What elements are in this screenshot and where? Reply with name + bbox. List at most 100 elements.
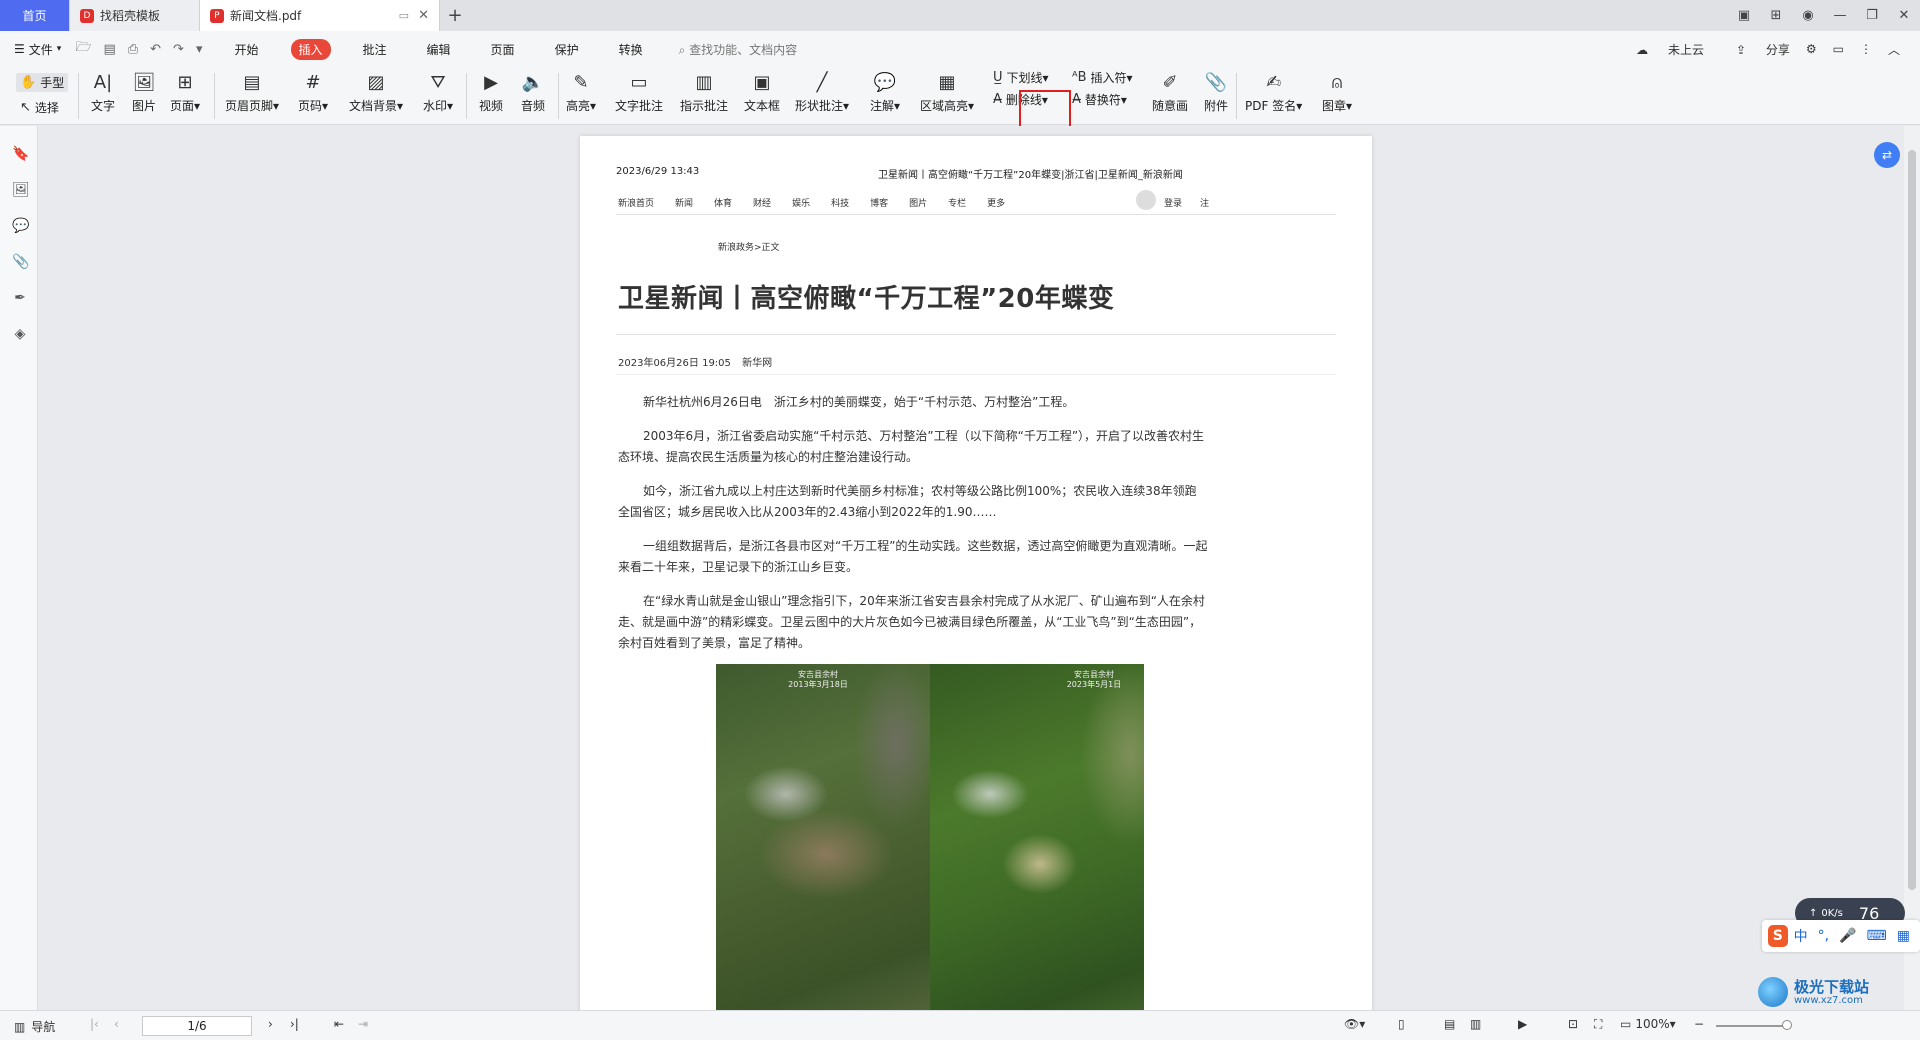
- pdf-sign-button[interactable]: ✍ PDF 签名▾: [1245, 69, 1302, 114]
- nav-item[interactable]: 图片: [909, 196, 927, 209]
- tab-close-icon[interactable]: ✕: [418, 8, 429, 23]
- save-icon[interactable]: ▤: [103, 42, 115, 57]
- new-tab-button[interactable]: +: [440, 0, 470, 31]
- print-icon[interactable]: ⎙: [128, 42, 138, 57]
- document-canvas[interactable]: 2023/6/29 13:43 卫星新闻丨高空俯瞰“千万工程”20年蝶变|浙江省…: [38, 126, 1904, 1010]
- register-link[interactable]: 注: [1200, 196, 1209, 209]
- tab-page[interactable]: 页面: [483, 39, 523, 60]
- microphone-icon[interactable]: 🎤: [1839, 928, 1856, 944]
- header-footer-button[interactable]: ▤ 页眉页脚▾: [225, 69, 279, 114]
- nav-item[interactable]: 财经: [753, 196, 771, 209]
- tab-convert[interactable]: 转换: [611, 39, 651, 60]
- signature-panel-icon[interactable]: ✒: [12, 290, 28, 306]
- strikethrough-button[interactable]: A̶ 删除线 ▾: [993, 91, 1048, 108]
- nav-item[interactable]: 更多: [987, 196, 1005, 209]
- search-box[interactable]: ⌕ 查找功能、文档内容: [679, 41, 798, 58]
- insert-page-button[interactable]: ⊞ 页面▾: [170, 69, 200, 114]
- nav-item[interactable]: 娱乐: [792, 196, 810, 209]
- shape-comment-button[interactable]: ╱ 形状批注▾: [795, 69, 849, 114]
- zoom-slider[interactable]: [1716, 1025, 1786, 1027]
- last-page-icon[interactable]: ›|: [290, 1017, 299, 1031]
- tab-protect[interactable]: 保护: [547, 39, 587, 60]
- ime-language[interactable]: 中: [1794, 926, 1808, 946]
- nav-item[interactable]: 博客: [870, 196, 888, 209]
- double-page-icon[interactable]: ▥: [1470, 1017, 1481, 1031]
- text-box-button[interactable]: ▣ 文本框: [744, 69, 780, 114]
- play-icon[interactable]: ▶: [1518, 1017, 1527, 1031]
- page-number-input[interactable]: 1/6: [142, 1016, 252, 1036]
- nav-item[interactable]: 新闻: [675, 196, 693, 209]
- message-icon[interactable]: ▭: [1833, 42, 1844, 56]
- file-menu[interactable]: ☰ 文件 ▾: [14, 41, 61, 58]
- nav-item[interactable]: 新浪首页: [618, 196, 654, 209]
- zoom-out-icon[interactable]: −: [1694, 1017, 1704, 1031]
- tab-cast-icon[interactable]: ▭: [399, 9, 409, 22]
- bookmark-icon[interactable]: 🔖: [12, 146, 29, 162]
- settings-icon[interactable]: ⚙: [1806, 42, 1817, 56]
- insert-image-button[interactable]: 🖼 图片: [131, 69, 157, 114]
- tab-edit[interactable]: 编辑: [419, 39, 459, 60]
- redo-icon[interactable]: ↷: [173, 42, 184, 57]
- open-folder-icon[interactable]: 🗁: [75, 38, 91, 60]
- actual-size-icon[interactable]: ⊡: [1568, 1017, 1578, 1031]
- tab-start[interactable]: 开始: [226, 39, 266, 60]
- fit-page-icon[interactable]: ⛶: [1594, 1017, 1602, 1032]
- collapse-ribbon-icon[interactable]: ︿: [1888, 41, 1900, 58]
- page-number-button[interactable]: # 页码▾: [298, 69, 328, 114]
- doc-background-button[interactable]: ▨ 文档背景▾: [349, 69, 403, 114]
- eye-protection-icon[interactable]: 👁▾: [1344, 1017, 1365, 1031]
- zoom-dropdown[interactable]: ▭ 100% ▾: [1620, 1017, 1676, 1031]
- nav-panel-toggle[interactable]: ▥ 导航: [14, 1018, 55, 1035]
- restore-icon[interactable]: ❐: [1856, 8, 1888, 23]
- tab-template[interactable]: D 找稻壳模板: [70, 0, 200, 31]
- minimize-icon[interactable]: —: [1824, 8, 1856, 23]
- single-page-icon[interactable]: ▤: [1444, 1017, 1455, 1031]
- more-icon[interactable]: ⋮: [1860, 42, 1872, 56]
- back-icon[interactable]: ⇤: [334, 1017, 344, 1031]
- translate-float-icon[interactable]: ⇄: [1874, 142, 1900, 168]
- layout-icon[interactable]: ▣: [1728, 8, 1760, 23]
- share-button[interactable]: ⇪ 分享: [1720, 41, 1790, 58]
- text-comment-button[interactable]: ▭ 文字批注: [615, 69, 663, 114]
- nav-item[interactable]: 科技: [831, 196, 849, 209]
- close-window-icon[interactable]: ✕: [1888, 8, 1920, 23]
- indicator-comment-button[interactable]: ▥ 指示批注: [680, 69, 728, 114]
- apps-grid-icon[interactable]: ⊞: [1760, 8, 1792, 23]
- ime-menu-icon[interactable]: ▦: [1897, 928, 1910, 944]
- nav-item[interactable]: 体育: [714, 196, 732, 209]
- next-page-icon[interactable]: ›: [268, 1017, 273, 1031]
- attachment-button[interactable]: 📎 附件: [1203, 69, 1229, 114]
- forward-icon[interactable]: ⇥: [358, 1017, 368, 1031]
- scrollbar-thumb[interactable]: [1908, 150, 1916, 890]
- select-tool-button[interactable]: ↖ 选择: [20, 99, 59, 116]
- highlight-button[interactable]: ✎ 高亮▾: [566, 69, 596, 114]
- single-column-icon[interactable]: ▯: [1398, 1017, 1405, 1031]
- first-page-icon[interactable]: |‹: [90, 1017, 99, 1031]
- stamp-button[interactable]: ⍝ 图章▾: [1322, 69, 1352, 114]
- thumbnail-icon[interactable]: 🖼: [12, 182, 30, 198]
- keyboard-icon[interactable]: ⌨: [1867, 928, 1887, 944]
- quick-access-dropdown-icon[interactable]: ▾: [196, 42, 203, 57]
- insert-text-button[interactable]: A| 文字: [90, 69, 116, 114]
- underline-button[interactable]: U̲ 下划线 ▾: [993, 69, 1049, 86]
- freehand-button[interactable]: ✐ 随意画: [1152, 69, 1188, 114]
- tab-home[interactable]: 首页: [0, 0, 70, 31]
- attachment-panel-icon[interactable]: 📎: [12, 254, 29, 270]
- cloud-status[interactable]: ☁ 未上云: [1620, 41, 1704, 58]
- prev-page-icon[interactable]: ‹: [114, 1017, 119, 1031]
- note-button[interactable]: 💬 注解▾: [870, 69, 900, 114]
- ime-toolbar[interactable]: S 中 °, 🎤 ⌨ ▦: [1762, 920, 1920, 952]
- login-link[interactable]: 登录: [1164, 196, 1182, 209]
- area-highlight-button[interactable]: ▦ 区域高亮▾: [920, 69, 974, 114]
- tab-insert[interactable]: 插入: [290, 38, 331, 60]
- tab-annotate[interactable]: 批注: [355, 39, 395, 60]
- layers-icon[interactable]: ◈: [12, 326, 28, 342]
- nav-item[interactable]: 专栏: [948, 196, 966, 209]
- insert-mark-button[interactable]: ᴬB 插入符 ▾: [1072, 69, 1133, 86]
- user-avatar-icon[interactable]: ◉: [1792, 8, 1824, 23]
- watermark-button[interactable]: ⛛ 水印▾: [423, 69, 453, 114]
- comment-icon[interactable]: 💬: [12, 218, 29, 234]
- replace-mark-button[interactable]: A̶ 替换符 ▾: [1072, 91, 1127, 108]
- insert-video-button[interactable]: ▶ 视频: [478, 69, 504, 114]
- vertical-scrollbar[interactable]: [1904, 126, 1920, 1010]
